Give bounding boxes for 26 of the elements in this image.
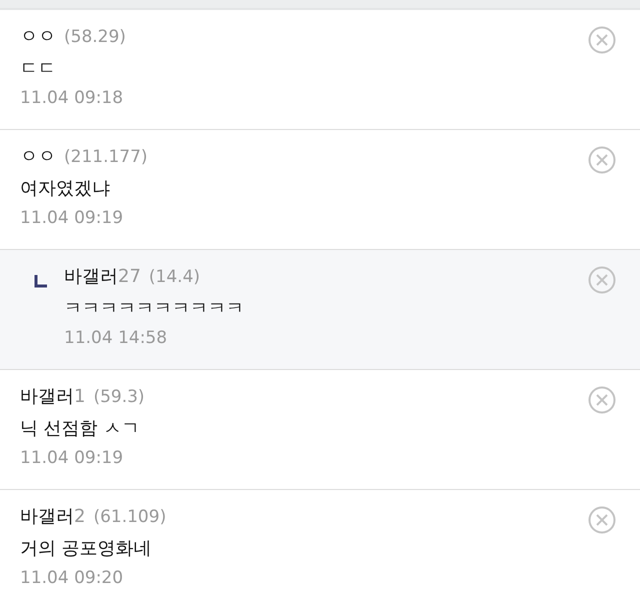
comment-text: ㄷㄷ bbox=[20, 57, 57, 80]
ip-address: (211.177) bbox=[64, 147, 148, 167]
comment-date: 11.04 09:18 bbox=[20, 88, 124, 108]
delete-icon[interactable] bbox=[588, 146, 616, 174]
comment-text: 거의 공포영화네 bbox=[20, 537, 153, 560]
reply-icon bbox=[34, 274, 48, 288]
ip-address: (61.109) bbox=[93, 507, 166, 527]
comment-text: 닉 선점함 ㅅㄱ bbox=[20, 417, 140, 440]
comment-date: 11.04 14:58 bbox=[64, 328, 168, 348]
ip-address: (14.4) bbox=[148, 267, 200, 287]
author-name: 바갤러 1 bbox=[20, 385, 86, 408]
author-name: ㅇㅇ bbox=[20, 25, 56, 48]
comment-date: 11.04 09:19 bbox=[20, 208, 124, 228]
ip-address: (59.3) bbox=[93, 387, 145, 407]
delete-icon[interactable] bbox=[588, 266, 616, 294]
comment-date: 11.04 09:19 bbox=[20, 448, 124, 468]
delete-icon[interactable] bbox=[588, 26, 616, 54]
delete-icon[interactable] bbox=[588, 506, 616, 534]
ip-address: (58.29) bbox=[64, 27, 126, 47]
author-name: ㅇㅇ bbox=[20, 145, 56, 168]
delete-icon[interactable] bbox=[588, 386, 616, 414]
comment-text: 여자였겠냐 bbox=[20, 177, 111, 200]
comment-date: 11.04 09:20 bbox=[20, 568, 124, 588]
author-name: 바갤러2 bbox=[20, 505, 86, 528]
comment-text: ㅋㅋㅋㅋㅋㅋㅋㅋㅋㅋ bbox=[64, 297, 245, 320]
author-name: 바갤러27 bbox=[64, 265, 141, 288]
